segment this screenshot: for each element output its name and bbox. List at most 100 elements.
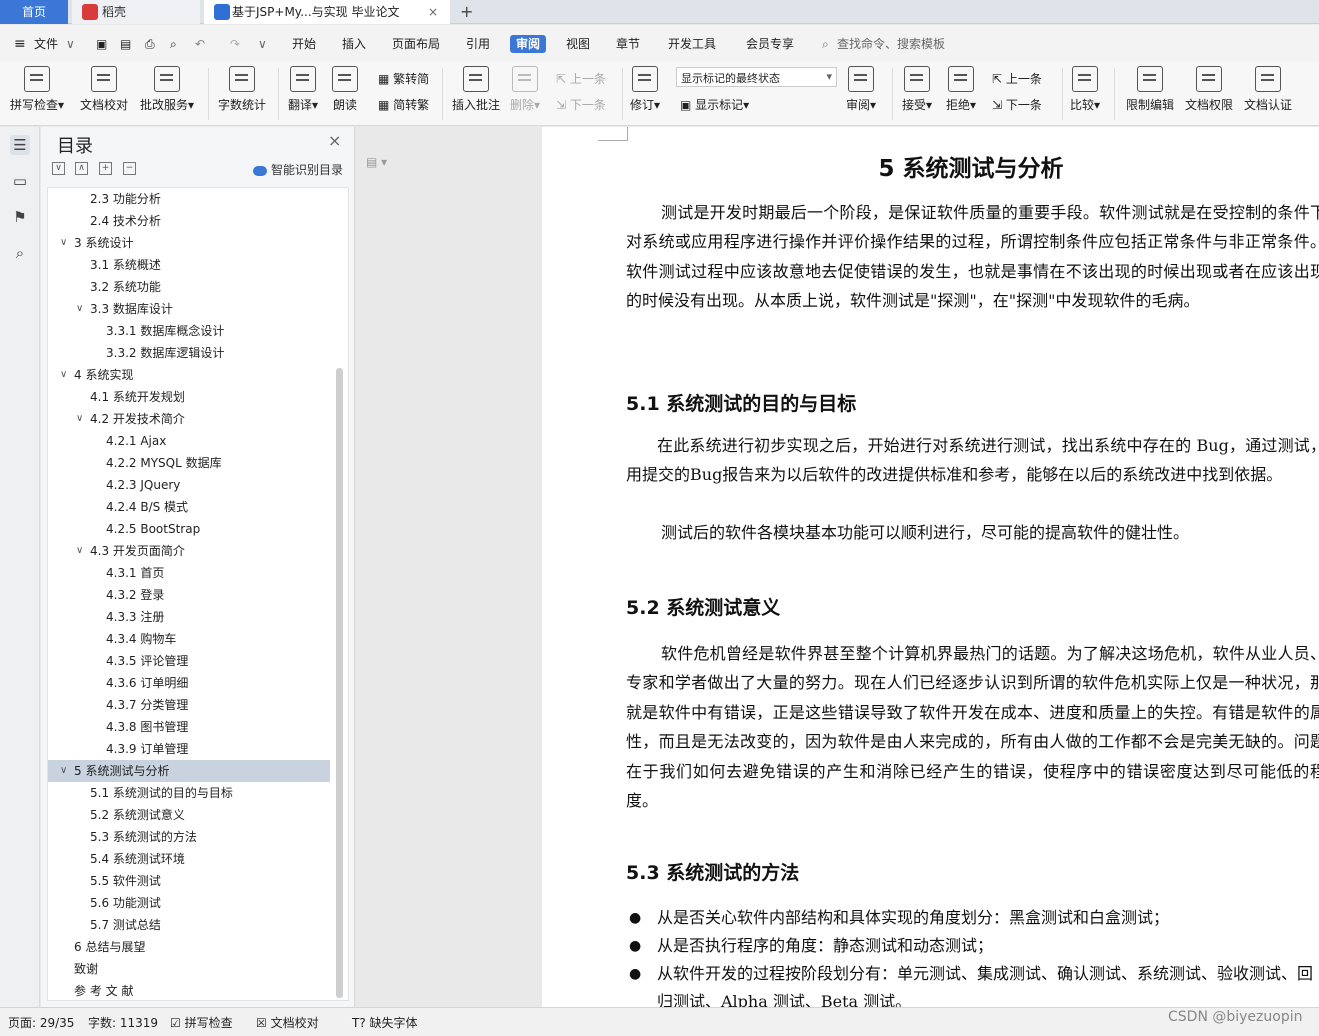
toc-item[interactable]: 4.3.9 订单管理 (48, 738, 330, 760)
tab-document[interactable]: 基于JSP+My...与实现 毕业论文 × (204, 0, 450, 24)
chevron-down-icon[interactable]: ∨ (66, 35, 75, 53)
toc-item[interactable]: 5.4 系统测试环境 (48, 848, 330, 870)
reject-button[interactable]: 拒绝▾ (946, 66, 976, 113)
toc-item[interactable]: 4.3.8 图书管理 (48, 716, 330, 738)
word-count-button[interactable]: 字数统计 (218, 66, 266, 113)
menu-reference[interactable]: 引用 (466, 35, 490, 53)
toc-item[interactable]: 4.3.3 注册 (48, 606, 330, 628)
missing-font-status[interactable]: T? 缺失字体 (352, 1014, 418, 1031)
insert-comment-button[interactable]: 插入批注 (452, 66, 500, 113)
toc-item[interactable]: ∨ 3 系统设计 (48, 232, 330, 254)
restrict-edit-button[interactable]: 限制编辑 (1126, 66, 1174, 113)
hamburger-menu-icon[interactable]: ≡ (14, 35, 26, 53)
toc-item[interactable]: 6 总结与展望 (48, 936, 330, 958)
prev-comment-button[interactable]: ⇱ 上一条 (556, 70, 606, 87)
menu-start[interactable]: 开始 (292, 35, 316, 53)
word-count-indicator[interactable]: 字数: 11319 (88, 1014, 158, 1031)
toc-item[interactable]: 5.7 测试总结 (48, 914, 330, 936)
translate-button[interactable]: 翻译▾ (288, 66, 318, 113)
toc-item[interactable]: 5.2 系统测试意义 (48, 804, 330, 826)
toc-item[interactable]: 4.3.2 登录 (48, 584, 330, 606)
toc-item[interactable]: 5.5 软件测试 (48, 870, 330, 892)
spell-check-button[interactable]: 拼写检查▾ (10, 66, 64, 113)
chevron-down-icon[interactable]: ∨ (76, 540, 83, 562)
toc-item[interactable]: 5.1 系统测试的目的与目标 (48, 782, 330, 804)
chevron-down-icon[interactable]: ∨ (60, 232, 67, 254)
new-tab-button[interactable]: + (460, 0, 480, 24)
toc-item[interactable]: 4.2.2 MYSQL 数据库 (48, 452, 330, 474)
toc-item[interactable]: 2.4 技术分析 (48, 210, 330, 232)
read-aloud-button[interactable]: 朗读 (332, 66, 358, 113)
tab-home[interactable]: 首页 (0, 0, 68, 24)
menu-chapter[interactable]: 章节 (616, 35, 640, 53)
toc-item[interactable]: 3.2 系统功能 (48, 276, 330, 298)
toc-item[interactable]: ∨ 4 系统实现 (48, 364, 330, 386)
chevron-down-icon[interactable]: ∨ (60, 760, 67, 782)
menu-insert[interactable]: 插入 (342, 35, 366, 53)
chevron-down-icon[interactable]: ∨ (76, 408, 83, 430)
print-preview-icon[interactable]: ⌕ (170, 35, 177, 53)
toc-item[interactable]: 4.3.6 订单明细 (48, 672, 330, 694)
toc-item[interactable]: 4.2.1 Ajax (48, 430, 330, 452)
menu-review[interactable]: 审阅 (510, 35, 547, 53)
delete-comment-button[interactable]: 删除▾ (510, 66, 540, 113)
show-markup-button[interactable]: ▣ 显示标记▾ (680, 96, 749, 113)
document-page[interactable]: 5 系统测试与分析 测试是开发时期最后一个阶段，是保证软件质量的重要手段。软件测… (542, 127, 1319, 1007)
accept-button[interactable]: 接受▾ (902, 66, 932, 113)
bookmark-icon[interactable]: ⚑ (10, 207, 30, 227)
close-tab-icon[interactable]: × (428, 0, 438, 24)
page-options-icon[interactable]: ▤ ▾ (366, 155, 387, 169)
annotation-service-button[interactable]: 批改服务▾ (140, 66, 194, 113)
toc-item[interactable]: ∨ 4.2 开发技术简介 (48, 408, 330, 430)
doc-permission-button[interactable]: 文档权限 (1185, 66, 1233, 113)
toc-item[interactable]: ∨ 5 系统测试与分析 (48, 760, 330, 782)
toc-item[interactable]: 3.3.1 数据库概念设计 (48, 320, 330, 342)
add-heading-icon[interactable]: + (99, 162, 112, 175)
toc-item[interactable]: 5.3 系统测试的方法 (48, 826, 330, 848)
close-icon[interactable]: × (328, 131, 341, 150)
toc-item[interactable]: 4.1 系统开发规划 (48, 386, 330, 408)
toc-item[interactable]: 5.6 功能测试 (48, 892, 330, 914)
simp-to-trad-button[interactable]: ▦ 简转繁 (378, 96, 429, 113)
menu-member[interactable]: 会员专享 (746, 35, 794, 53)
toc-scrollbar[interactable] (336, 368, 343, 998)
spell-check-status[interactable]: ☑ 拼写检查 (170, 1014, 233, 1031)
toc-item[interactable]: 参 考 文 献 (48, 980, 330, 1000)
page-indicator[interactable]: 页面: 29/35 (8, 1014, 74, 1031)
expand-all-icon[interactable]: ∧ (75, 162, 88, 175)
toc-item[interactable]: 4.3.4 购物车 (48, 628, 330, 650)
prev-change-button[interactable]: ⇱ 上一条 (992, 70, 1042, 87)
markup-state-select[interactable]: 显示标记的最终状态 ▾ (676, 67, 837, 87)
chevron-down-icon[interactable]: ∨ (60, 364, 67, 386)
track-changes-button[interactable]: 修订▾ (630, 66, 660, 113)
tab-daoke[interactable]: 稻壳 (72, 0, 200, 24)
toc-pane-icon[interactable]: ☰ (10, 135, 30, 155)
command-search-input[interactable]: 查找命令、搜索模板 (837, 35, 945, 53)
redo-icon[interactable]: ↷ (230, 35, 240, 53)
save-icon[interactable]: ▣ (96, 35, 107, 53)
toc-item[interactable]: 4.2.4 B/S 模式 (48, 496, 330, 518)
print-icon[interactable]: ⎙ (145, 35, 155, 53)
review-pane-button[interactable]: 审阅▾ (846, 66, 876, 113)
remove-heading-icon[interactable]: − (123, 162, 136, 175)
chevron-down-icon[interactable]: ∨ (76, 298, 83, 320)
doc-proofread-button[interactable]: 文档校对 (80, 66, 128, 113)
toc-item[interactable]: 4.3.7 分类管理 (48, 694, 330, 716)
more-icon[interactable]: ∨ (258, 35, 267, 53)
next-change-button[interactable]: ⇲ 下一条 (992, 96, 1042, 113)
undo-icon[interactable]: ↶ (195, 35, 205, 53)
smart-toc-button[interactable]: 智能识别目录 (253, 161, 343, 178)
toc-item[interactable]: ∨ 3.3 数据库设计 (48, 298, 330, 320)
collapse-all-icon[interactable]: ∨ (52, 162, 65, 175)
toc-item[interactable]: 致谢 (48, 958, 330, 980)
toc-item[interactable]: 4.2.3 JQuery (48, 474, 330, 496)
menu-view[interactable]: 视图 (566, 35, 590, 53)
toc-item[interactable]: 3.3.2 数据库逻辑设计 (48, 342, 330, 364)
proofread-status[interactable]: ☒ 文档校对 (256, 1014, 319, 1031)
toc-item[interactable]: 4.3.1 首页 (48, 562, 330, 584)
export-icon[interactable]: ▤ (120, 35, 131, 53)
doc-auth-button[interactable]: 文档认证 (1244, 66, 1292, 113)
toc-item[interactable]: 4.3.5 评论管理 (48, 650, 330, 672)
toc-item[interactable]: ∨ 4.3 开发页面简介 (48, 540, 330, 562)
toc-item[interactable]: 4.2.5 BootStrap (48, 518, 330, 540)
